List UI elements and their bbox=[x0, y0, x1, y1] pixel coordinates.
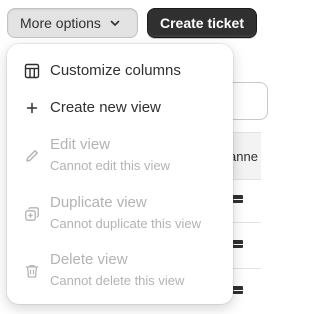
trash-icon bbox=[23, 262, 41, 280]
plus-icon bbox=[23, 99, 41, 117]
menu-item-subtext: Cannot delete this view bbox=[50, 273, 185, 288]
background-mail-icon bbox=[232, 240, 244, 248]
background-mail-icon bbox=[232, 195, 244, 203]
menu-item-label: Edit view bbox=[50, 136, 111, 153]
pencil-icon bbox=[23, 147, 41, 165]
create-ticket-button[interactable]: Create ticket bbox=[147, 8, 257, 38]
menu-item-subtext: Cannot edit this view bbox=[50, 158, 170, 173]
table-icon bbox=[23, 62, 41, 80]
background-column-header: anne bbox=[229, 149, 258, 164]
menu-item-subtext: Cannot duplicate this view bbox=[50, 216, 202, 231]
more-options-menu: Customize columns Create new view Edit v… bbox=[7, 44, 233, 304]
create-ticket-label: Create ticket bbox=[159, 15, 245, 31]
background-mail-icon bbox=[232, 286, 244, 294]
menu-item-create-new-view[interactable]: Create new view bbox=[7, 95, 233, 123]
menu-item-customize-columns[interactable]: Customize columns bbox=[7, 58, 233, 86]
menu-item-duplicate-view[interactable]: Duplicate view Cannot duplicate this vie… bbox=[7, 192, 233, 236]
duplicate-icon bbox=[23, 205, 41, 223]
chevron-down-icon bbox=[109, 17, 121, 29]
menu-item-label: Delete view bbox=[50, 251, 128, 268]
menu-item-label: Customize columns bbox=[50, 62, 181, 79]
more-options-button[interactable]: More options bbox=[7, 8, 138, 38]
menu-item-label: Create new view bbox=[50, 99, 161, 116]
menu-item-edit-view[interactable]: Edit view Cannot edit this view bbox=[7, 134, 233, 178]
menu-item-delete-view[interactable]: Delete view Cannot delete this view bbox=[7, 249, 233, 293]
menu-item-label: Duplicate view bbox=[50, 194, 147, 211]
more-options-label: More options bbox=[20, 15, 101, 31]
